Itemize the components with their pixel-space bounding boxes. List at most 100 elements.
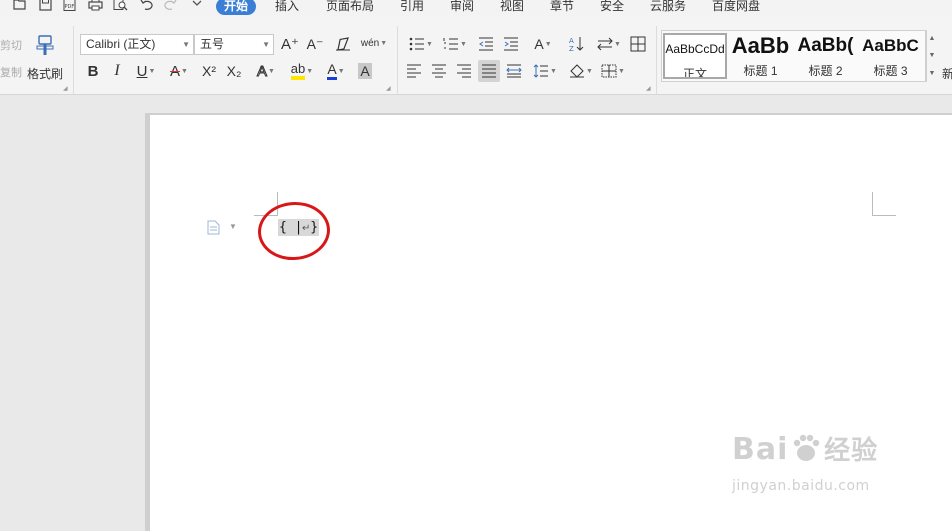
align-justify-icon	[482, 64, 496, 78]
underline-icon: U	[136, 62, 148, 80]
text-effect-button[interactable]: A ▼	[251, 60, 281, 82]
strikethrough-icon: A	[170, 62, 181, 80]
chevron-down-icon: ▼	[268, 67, 275, 75]
pdf-icon[interactable]: PDF	[62, 0, 78, 12]
borders-button[interactable]: ▼	[598, 60, 628, 82]
font-color-icon: A	[327, 62, 337, 80]
style-heading-2[interactable]: AaBb( 标题 2	[794, 32, 857, 80]
line-spacing-options-button[interactable]: ▼	[594, 33, 624, 55]
format-painter-button[interactable]: 格式刷	[27, 65, 63, 82]
swap-arrows-icon	[597, 37, 613, 51]
text-direction-button[interactable]: A ▼	[528, 33, 558, 55]
tab-review[interactable]: 审阅	[450, 0, 474, 14]
clipboard-dialog-launcher-icon[interactable]: ◢	[63, 85, 68, 92]
format-painter-icon[interactable]	[35, 35, 55, 60]
tab-view[interactable]: 视图	[500, 0, 524, 14]
paint-bucket-icon	[570, 64, 585, 78]
sort-button[interactable]: AZ	[565, 33, 587, 55]
quick-access-toolbar: PDF 开始 插入 页面布局 引用 审阅 视图 章节 安全 云服务 百度网盘	[0, 0, 952, 16]
text-effect-icon: A	[257, 62, 268, 80]
chevron-down-icon: ▼	[262, 40, 270, 49]
decrease-indent-button[interactable]	[475, 33, 497, 55]
copy-button[interactable]: 复制	[0, 64, 22, 80]
tab-section[interactable]: 章节	[550, 0, 574, 14]
style-heading-1[interactable]: AaBb 标题 1	[729, 32, 792, 80]
tab-home[interactable]: 开始	[216, 0, 257, 15]
char-shading-button[interactable]: A	[354, 60, 376, 82]
svg-text:Z: Z	[569, 45, 574, 52]
expand-gallery-icon[interactable]: ▼	[929, 70, 936, 77]
align-right-button[interactable]	[453, 60, 475, 82]
font-size-select[interactable]: 五号 ▼	[194, 34, 274, 55]
shading-button[interactable]: ▼	[566, 60, 596, 82]
align-right-icon	[457, 64, 471, 78]
tab-security[interactable]: 安全	[600, 0, 624, 14]
distribute-button[interactable]	[503, 60, 525, 82]
chevron-down-icon: ▼	[544, 40, 552, 48]
align-left-button[interactable]	[403, 60, 425, 82]
customize-dropdown-icon[interactable]	[189, 0, 205, 12]
chevron-down-icon: ▼	[380, 39, 388, 47]
pinyin-guide-icon: wén	[360, 37, 380, 49]
chevron-down-icon: ▼	[550, 67, 557, 75]
redo-icon[interactable]	[162, 0, 178, 12]
chevron-down-icon: ▼	[306, 67, 314, 75]
style-heading-3[interactable]: AaBbC 标题 3	[859, 32, 922, 80]
styles-scroll[interactable]: ▲ ▼ ▼	[926, 30, 937, 82]
style-normal[interactable]: AaBbCcDd 正文	[663, 33, 727, 79]
print-preview-icon[interactable]	[112, 0, 128, 12]
chevron-down-icon[interactable]: ▼	[929, 52, 936, 59]
font-name-select[interactable]: Calibri (正文) ▼	[80, 34, 194, 55]
cut-button[interactable]: 剪切	[0, 37, 22, 53]
clear-format-button[interactable]	[332, 33, 354, 55]
eraser-icon	[336, 37, 350, 51]
tab-references[interactable]: 引用	[400, 0, 424, 14]
tab-cloud-service[interactable]: 云服务	[650, 0, 686, 14]
numbered-list-icon	[443, 38, 459, 50]
watermark-url: jingyan.baidu.com	[732, 478, 870, 494]
bold-button[interactable]: B	[82, 60, 104, 82]
chevron-down-icon[interactable]: ▼	[229, 222, 237, 231]
grow-font-button[interactable]: A⁺	[279, 33, 301, 55]
tab-baidu-netdisk[interactable]: 百度网盘	[712, 0, 760, 14]
strikethrough-button[interactable]: A ▼	[164, 60, 194, 82]
margin-corner-mark	[872, 192, 896, 216]
increase-indent-icon	[504, 37, 518, 51]
subscript-button[interactable]: X₂	[223, 60, 245, 82]
font-dialog-launcher-icon[interactable]: ◢	[386, 85, 391, 92]
font-color-button[interactable]: A ▼	[321, 60, 351, 82]
grid-frame-icon	[630, 36, 646, 52]
ribbon-home: 剪切 复制 格式刷 ◢ Calibri (正文) ▼ 五号 ▼ A⁺ A⁻ wé…	[0, 16, 952, 95]
line-spacing-button[interactable]: ▼	[530, 60, 560, 82]
new-style-button[interactable]: 新	[942, 65, 952, 82]
justify-button[interactable]	[478, 60, 500, 82]
superscript-button[interactable]: X²	[198, 60, 220, 82]
pinyin-guide-button[interactable]: wén ▼	[360, 32, 388, 54]
bullet-list-button[interactable]: ▼	[406, 33, 436, 55]
italic-button[interactable]: I	[106, 60, 128, 82]
highlight-button[interactable]: ab ▼	[287, 60, 317, 82]
document-page[interactable]	[150, 115, 952, 531]
paragraph-dialog-launcher-icon[interactable]: ◢	[646, 85, 651, 92]
folder-open-icon[interactable]	[12, 0, 28, 12]
tab-insert[interactable]: 插入	[275, 0, 299, 14]
show-hide-marks-button[interactable]	[627, 33, 649, 55]
increase-indent-button[interactable]	[500, 33, 522, 55]
align-center-button[interactable]	[428, 60, 450, 82]
numbered-list-button[interactable]: ▼	[440, 33, 470, 55]
shrink-font-button[interactable]: A⁻	[304, 33, 326, 55]
paragraph-options-icon[interactable]	[207, 220, 220, 238]
superscript-icon: X²	[202, 63, 216, 79]
bold-icon: B	[87, 62, 99, 80]
style-preview: AaBbC	[862, 36, 919, 55]
underline-button[interactable]: U ▼	[131, 60, 161, 82]
chevron-down-icon: ▼	[614, 40, 621, 48]
chevron-down-icon: ▼	[618, 67, 625, 75]
undo-icon[interactable]	[138, 0, 154, 12]
tab-page-layout[interactable]: 页面布局	[326, 0, 374, 14]
print-icon[interactable]	[87, 0, 103, 12]
chevron-up-icon[interactable]: ▲	[929, 35, 936, 42]
style-preview: AaBbCcDd	[665, 42, 725, 56]
sort-icon: AZ	[569, 37, 584, 52]
save-icon[interactable]	[37, 0, 53, 12]
